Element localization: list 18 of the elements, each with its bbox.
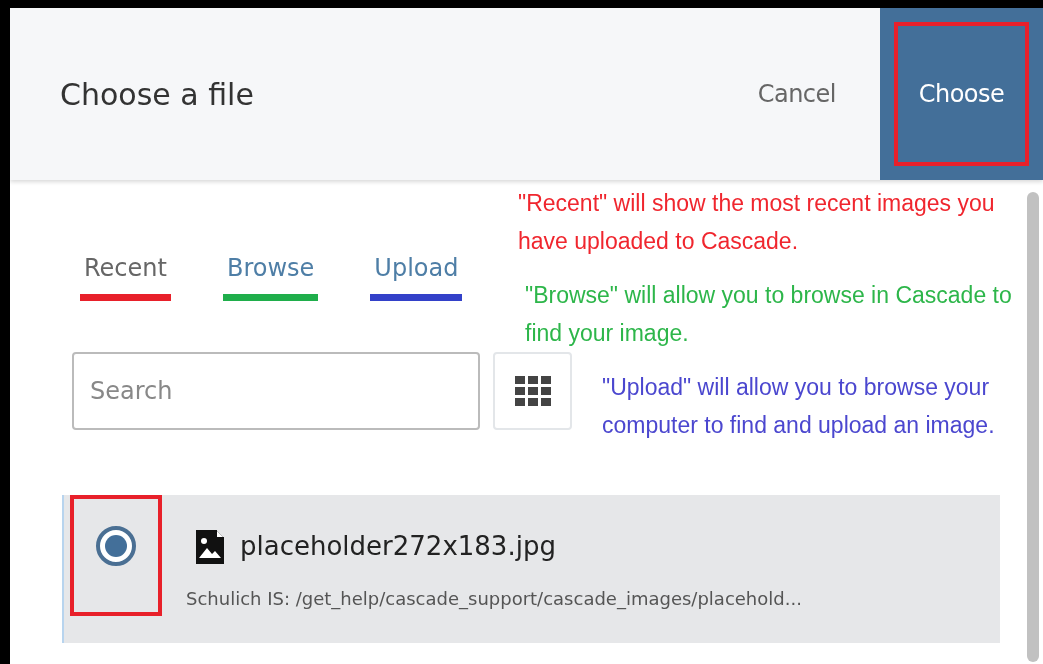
annotation-text: "Browse" will allow you to browse in Cascade to find your image. bbox=[525, 281, 1013, 348]
tab[interactable]: Recent bbox=[80, 250, 171, 301]
tab[interactable]: Browse bbox=[222, 250, 319, 301]
cancel-button[interactable]: Cancel bbox=[751, 75, 842, 113]
scrollbar[interactable] bbox=[1027, 192, 1039, 662]
choose-button[interactable]: Choose bbox=[880, 8, 1043, 180]
annotation-text: "Recent" will show the most recent images you have uploaded to Cascade. bbox=[518, 189, 996, 256]
grid-view-button[interactable] bbox=[493, 352, 572, 430]
search-field[interactable]: Search bbox=[72, 352, 480, 430]
file-name: placeholder272x183.jpg bbox=[240, 530, 556, 563]
annotation-text: "Upload" will allow you to browse your computer to find and upload an image. bbox=[602, 373, 996, 440]
tab[interactable]: Upload bbox=[370, 250, 463, 301]
file-path: Schulich IS: /get_help/cascade_support/cascade_images/placehold... bbox=[186, 587, 802, 612]
dialog-title: Choose a file bbox=[60, 75, 255, 114]
image-file-icon bbox=[194, 527, 226, 566]
grid-icon bbox=[514, 376, 551, 406]
file-row[interactable]: placeholder272x183.jpg Schulich IS: /get_help/cascade_support/cascade_images/placehold... bbox=[62, 495, 1000, 643]
radio-button[interactable] bbox=[95, 525, 137, 567]
